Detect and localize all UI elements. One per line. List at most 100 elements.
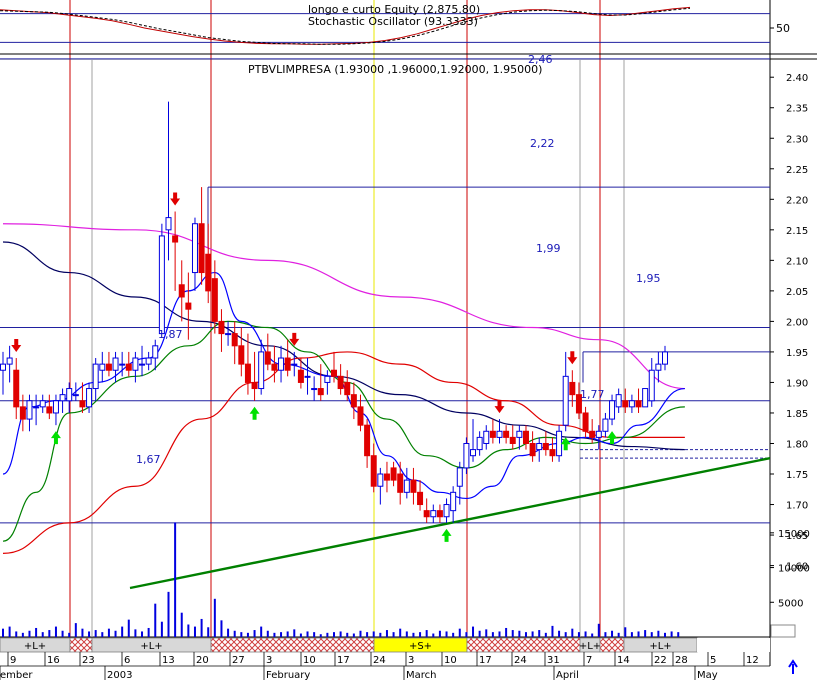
candle-body (112, 357, 119, 371)
price-title: PTBVLIMPRESA (1.93000 ,1.96000,1.92000, … (248, 63, 542, 76)
volume-bar (630, 632, 633, 637)
volume-bar (458, 628, 461, 637)
volume-bar (366, 632, 369, 637)
price-tick-label: 1.95 (786, 348, 808, 359)
candle-body (556, 430, 563, 457)
volume-bar (385, 630, 388, 637)
candle-body (615, 394, 622, 408)
volume-bar (15, 631, 18, 637)
signal-segment (599, 637, 625, 653)
level-label: 1,67 (136, 453, 161, 466)
volume-bar (518, 630, 521, 637)
day-label: 14 (617, 655, 630, 666)
volume-bar (266, 630, 269, 637)
volume-bar (180, 612, 183, 637)
volume-bar (8, 626, 11, 637)
candle-body (443, 504, 450, 518)
candle-body (522, 430, 529, 444)
volume-bar (664, 632, 666, 637)
volume-bar (597, 623, 600, 637)
day-label: 24 (373, 655, 386, 666)
candle-body (165, 217, 172, 231)
volume-bar (246, 632, 249, 637)
volume-bar (551, 625, 554, 637)
volume-bar (472, 626, 475, 637)
volume-bar (577, 632, 580, 637)
price-tick-label: 1.85 (786, 409, 808, 420)
candle-body (648, 369, 655, 402)
volume-bar (187, 624, 190, 637)
day-label: 10 (303, 655, 316, 666)
buy-arrow-icon (607, 431, 618, 445)
signal-label: +L+ (579, 641, 601, 652)
volume-bar (2, 628, 4, 637)
price-tick-label: 1.90 (786, 378, 808, 389)
buy-arrow-icon (249, 406, 260, 420)
candle-body (403, 479, 410, 493)
volume-bar (379, 632, 382, 637)
moving-average-line (2, 271, 685, 500)
volume-bar (538, 630, 541, 637)
volume-bar (326, 632, 329, 637)
price-tick-label: 2.40 (786, 73, 808, 84)
level-label: 1,87 (158, 328, 183, 341)
price-candles (0, 101, 668, 523)
candle-body (662, 351, 668, 365)
up-arrow-icon[interactable] (788, 659, 798, 674)
candle-body (46, 406, 53, 414)
volume-bar (313, 632, 316, 637)
volume-bar (452, 632, 455, 637)
candle-body (476, 436, 483, 451)
candle-body (383, 473, 390, 481)
candle-body (119, 363, 126, 366)
day-label: 10 (444, 655, 457, 666)
month-label: ember (0, 670, 33, 681)
price-panel: 2,462,221,991,951,871,771,67 1.601.651.7… (0, 53, 808, 590)
signal-empty (697, 638, 770, 652)
day-label: 23 (82, 655, 95, 666)
volume-bar (564, 632, 567, 637)
candle-body (423, 510, 430, 518)
volume-bar (240, 632, 243, 637)
day-label: 5 (710, 655, 716, 666)
volume-bar (154, 603, 157, 637)
candle-body (205, 253, 212, 292)
volume-bar (81, 628, 84, 637)
price-tick-label: 2.20 (786, 195, 808, 206)
candle-body (609, 400, 616, 420)
candle-body (370, 455, 377, 487)
volume-bar (485, 629, 488, 637)
candle-body (536, 442, 543, 451)
volume-bar (505, 627, 508, 637)
candle-body (350, 394, 357, 408)
volume-bar (74, 623, 77, 637)
candle-body (463, 442, 470, 469)
candle-body (225, 333, 232, 336)
candle-body (258, 351, 265, 390)
candle-body (595, 430, 602, 438)
volume-scale-box (770, 624, 796, 638)
candle-body (145, 357, 152, 365)
volume-bar (650, 632, 653, 637)
volume-bar (94, 630, 97, 637)
day-label: 17 (337, 655, 350, 666)
level-label: 1,99 (536, 242, 561, 255)
volume-bar (233, 630, 236, 637)
candle-body (251, 381, 258, 390)
candle-body (99, 363, 106, 371)
volume-bar (28, 630, 31, 637)
volume-bar (617, 632, 620, 637)
candle-body (86, 388, 93, 408)
candle-body (456, 467, 463, 487)
volume-bar (299, 633, 302, 637)
volume-bar (339, 631, 342, 637)
month-label: May (697, 670, 718, 681)
signal-label: +L+ (649, 641, 671, 652)
buy-arrow-icon (50, 431, 61, 445)
day-label: 12 (746, 655, 759, 666)
volume-bar (61, 630, 64, 637)
sell-arrow-icon (170, 192, 181, 206)
day-label: 28 (675, 655, 688, 666)
candle-body (417, 491, 424, 506)
candle-body (503, 430, 510, 438)
